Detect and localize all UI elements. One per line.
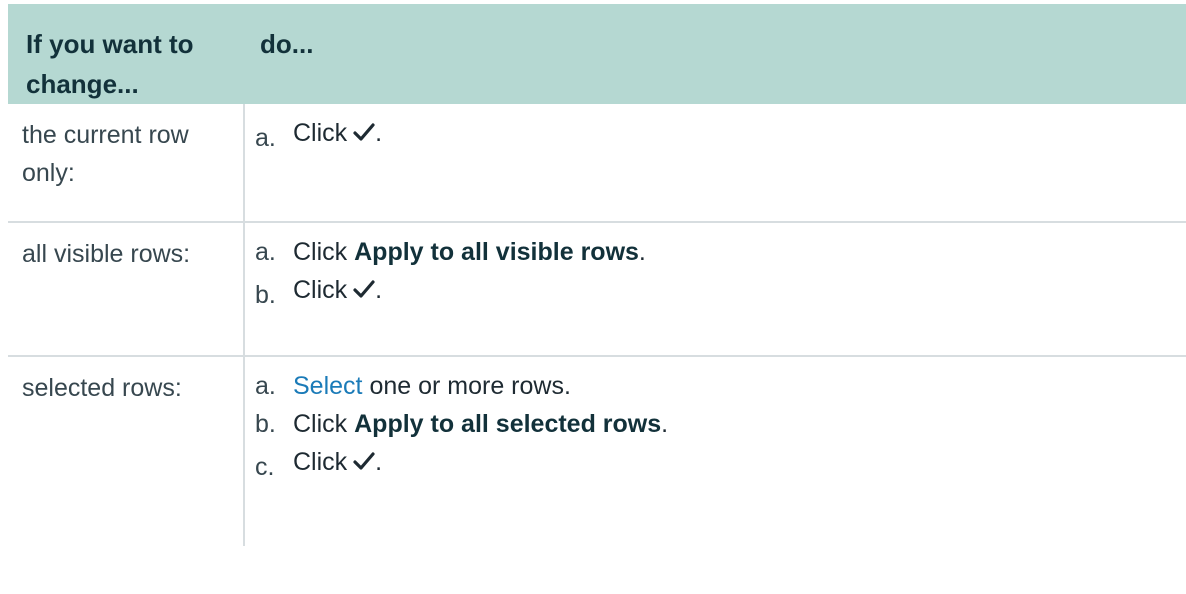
step-list: a. Click Apply to all visible rows. b. C… (255, 233, 1186, 309)
step-item: a. Click. (255, 114, 1186, 152)
step-item: b. Click. (255, 271, 1186, 309)
step-suffix: . (661, 410, 669, 438)
step-marker: a. (255, 372, 276, 400)
step-suffix: . (638, 238, 646, 266)
checkmark-icon (353, 122, 375, 142)
step-item: b. Click Apply to all selected rows. (255, 405, 1186, 443)
step-item: a. Click Apply to all visible rows. (255, 233, 1186, 271)
table-row: selected rows: a. Select one or more row… (8, 356, 1186, 546)
row-steps: a. Click Apply to all visible rows. b. C… (244, 222, 1186, 357)
step-prefix: Click (293, 410, 348, 438)
select-link[interactable]: Select (293, 372, 362, 400)
step-text: Click. (293, 443, 382, 481)
step-marker: c. (255, 453, 275, 481)
row-condition: the current row only: (8, 104, 245, 223)
row-condition: selected rows: (8, 356, 245, 546)
table-header-row: If you want to change... do... (8, 4, 1186, 104)
row-steps: a. Click. (244, 104, 1186, 223)
step-rest: one or more rows. (369, 372, 571, 400)
instructions-table: If you want to change... do... the curre… (8, 4, 1186, 546)
step-suffix: . (375, 448, 383, 476)
checkmark-icon (353, 451, 375, 471)
step-suffix: . (375, 276, 383, 304)
step-marker: a. (255, 124, 276, 152)
step-list: a. Select one or more rows. b. Click App… (255, 367, 1186, 481)
table-row: the current row only: a. Click. (8, 104, 1186, 223)
ui-label-apply-visible: Apply to all visible rows (354, 238, 639, 266)
step-text: Click Apply to all visible rows. (293, 233, 646, 271)
step-prefix: Click (293, 276, 348, 304)
step-item: a. Select one or more rows. (255, 367, 1186, 405)
step-item: c. Click. (255, 443, 1186, 481)
step-list: a. Click. (255, 114, 1186, 152)
header-condition: If you want to change... (8, 4, 244, 104)
step-marker: b. (255, 410, 276, 438)
step-prefix: Click (293, 448, 348, 476)
step-prefix: Click (293, 238, 348, 266)
step-marker: a. (255, 238, 276, 266)
table-row: all visible rows: a. Click Apply to all … (8, 222, 1186, 357)
header-action: do... (244, 4, 1186, 104)
ui-label-apply-selected: Apply to all selected rows (354, 410, 662, 438)
step-text: Click. (293, 271, 382, 309)
step-prefix: Click (293, 119, 348, 147)
row-condition: all visible rows: (8, 222, 245, 357)
step-text: Select one or more rows. (293, 367, 571, 405)
step-text: Click. (293, 114, 382, 152)
step-text: Click Apply to all selected rows. (293, 405, 668, 443)
row-steps: a. Select one or more rows. b. Click App… (244, 356, 1186, 546)
checkmark-icon (353, 279, 375, 299)
step-suffix: . (375, 119, 383, 147)
step-marker: b. (255, 281, 276, 309)
